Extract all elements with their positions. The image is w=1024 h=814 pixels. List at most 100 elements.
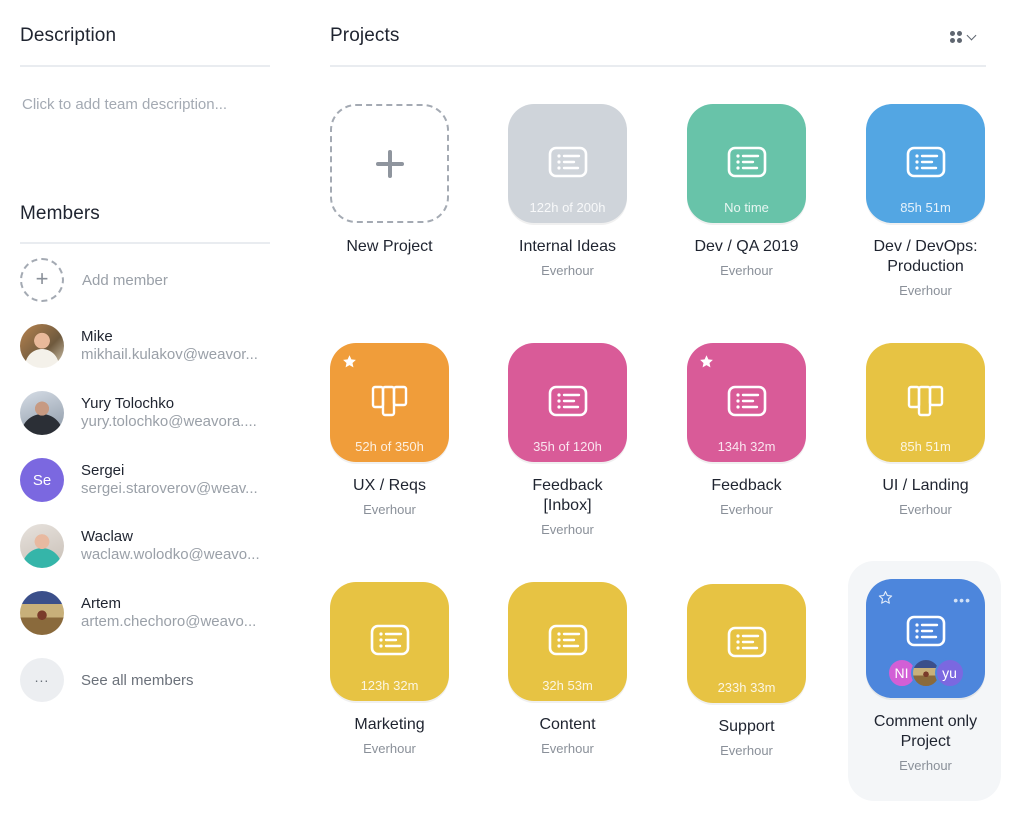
project-name: Support: [718, 718, 775, 735]
avatar: [20, 591, 64, 635]
list-icon: [548, 385, 588, 417]
project-source: Everhour: [363, 502, 416, 517]
project-time: 85h 51m: [900, 439, 951, 454]
project-tile[interactable]: 123h 32m Marketing Everhour: [330, 582, 449, 756]
avatar-initials: Se: [32, 471, 52, 489]
project-name: Marketing: [354, 716, 425, 733]
list-icon: [548, 624, 588, 656]
more-options-icon[interactable]: •••: [953, 593, 971, 607]
project-source: Everhour: [720, 743, 773, 758]
project-name: Content: [539, 716, 596, 733]
member-item[interactable]: Se Sergei sergei.staroverov@weav...: [20, 458, 270, 502]
project-tile-cover[interactable]: No time: [687, 104, 806, 223]
add-member-icon: +: [20, 258, 64, 302]
project-tile-cover[interactable]: 233h 33m: [687, 584, 806, 703]
project-name: Feedback: [711, 477, 782, 494]
members-title: Members: [20, 203, 100, 224]
member-item[interactable]: Mike mikhail.kulakov@weavor...: [20, 324, 270, 368]
project-tile-cover[interactable]: ••• NI yu: [866, 579, 985, 698]
project-source: Everhour: [899, 502, 952, 517]
member-item[interactable]: Yury Tolochko yury.tolochko@weavora....: [20, 391, 270, 435]
member-name: Waclaw: [81, 528, 133, 545]
project-tile[interactable]: ••• NI yu Comment only Project Everhour: [866, 579, 985, 773]
more-icon: ...: [20, 658, 64, 702]
members-divider: [20, 242, 270, 244]
project-tile-cover[interactable]: 134h 32m: [687, 343, 806, 462]
project-time: 233h 33m: [717, 680, 776, 695]
avatar: [20, 324, 64, 368]
team-description-input[interactable]: Click to add team description...: [22, 96, 227, 113]
avatar: [20, 524, 64, 568]
project-source: Everhour: [541, 741, 594, 756]
star-outline-icon[interactable]: [878, 590, 893, 605]
project-tile[interactable]: 134h 32m Feedback Everhour: [687, 343, 806, 517]
project-time: 35h of 120h: [533, 439, 602, 454]
view-toggle-button[interactable]: [950, 28, 986, 46]
list-icon: [727, 626, 767, 658]
add-member-button[interactable]: + Add member: [20, 258, 270, 302]
member-email: mikhail.kulakov@weavor...: [81, 346, 258, 363]
star-filled-icon[interactable]: [342, 354, 357, 369]
project-tile-cover[interactable]: 85h 51m: [866, 104, 985, 223]
member-email: yury.tolochko@weavora....: [81, 413, 257, 430]
add-member-label: Add member: [82, 271, 168, 289]
project-time: 52h of 350h: [355, 439, 424, 454]
project-name: Comment only Project: [873, 713, 978, 750]
project-tile[interactable]: No time Dev / QA 2019 Everhour: [687, 104, 806, 278]
see-all-members-label: See all members: [81, 671, 194, 689]
member-item[interactable]: Artem artem.chechoro@weavo...: [20, 591, 270, 635]
description-title: Description: [20, 25, 117, 46]
plus-icon: [375, 149, 404, 178]
project-tile[interactable]: 32h 53m Content Everhour: [508, 582, 627, 756]
project-tile-cover[interactable]: 52h of 350h: [330, 343, 449, 462]
list-icon: [906, 146, 946, 178]
list-icon: [370, 624, 410, 656]
member-email: sergei.staroverov@weav...: [81, 480, 258, 497]
project-time: No time: [724, 200, 769, 215]
project-tile[interactable]: 122h of 200h Internal Ideas Everhour: [508, 104, 627, 278]
project-name: Feedback [Inbox]: [532, 477, 603, 514]
see-all-members-button[interactable]: ... See all members: [20, 658, 270, 702]
project-name: Internal Ideas: [519, 238, 616, 255]
member-name: Artem: [81, 595, 122, 612]
member-name: Sergei: [81, 462, 125, 479]
project-time: 122h of 200h: [529, 200, 606, 215]
chevron-down-icon: [966, 30, 977, 40]
description-divider: [20, 65, 270, 67]
board-icon: [370, 385, 410, 417]
project-source: Everhour: [541, 522, 594, 537]
project-tile-cover[interactable]: 32h 53m: [508, 582, 627, 701]
project-source: Everhour: [899, 283, 952, 298]
project-tile-cover[interactable]: 122h of 200h: [508, 104, 627, 223]
project-source: Everhour: [363, 741, 416, 756]
project-time: 134h 32m: [717, 439, 776, 454]
project-tile-cover[interactable]: 85h 51m: [866, 343, 985, 462]
project-tile[interactable]: 233h 33m Support Everhour: [687, 584, 806, 758]
project-name: UX / Reqs: [353, 477, 426, 494]
project-tile-cover[interactable]: 123h 32m: [330, 582, 449, 701]
project-source: Everhour: [720, 263, 773, 278]
member-item[interactable]: Waclaw waclaw.wolodko@weavo...: [20, 524, 270, 568]
projects-title: Projects: [330, 25, 400, 46]
project-time: 85h 51m: [900, 200, 951, 215]
project-source: Everhour: [899, 758, 952, 773]
project-source: Everhour: [541, 263, 594, 278]
new-project-label: New Project: [346, 238, 433, 255]
project-tile[interactable]: 35h of 120h Feedback [Inbox] Everhour: [508, 343, 627, 537]
project-tile[interactable]: 85h 51m Dev / DevOps: Production Everhour: [866, 104, 985, 298]
project-name: Dev / DevOps: Production: [873, 238, 978, 275]
new-project-button[interactable]: New Project: [330, 104, 449, 257]
board-icon: [906, 385, 946, 417]
avatar: yu: [934, 658, 965, 688]
star-filled-icon[interactable]: [699, 354, 714, 369]
project-tile-cover[interactable]: 35h of 120h: [508, 343, 627, 462]
member-name: Mike: [81, 328, 113, 345]
project-source: Everhour: [720, 502, 773, 517]
project-tile[interactable]: 85h 51m UI / Landing Everhour: [866, 343, 985, 517]
avatar: Se: [20, 458, 64, 502]
project-name: Dev / QA 2019: [694, 238, 799, 255]
projects-divider: [330, 65, 986, 67]
project-tile[interactable]: 52h of 350h UX / Reqs Everhour: [330, 343, 449, 517]
list-icon: [906, 615, 946, 647]
member-name: Yury Tolochko: [81, 395, 175, 412]
